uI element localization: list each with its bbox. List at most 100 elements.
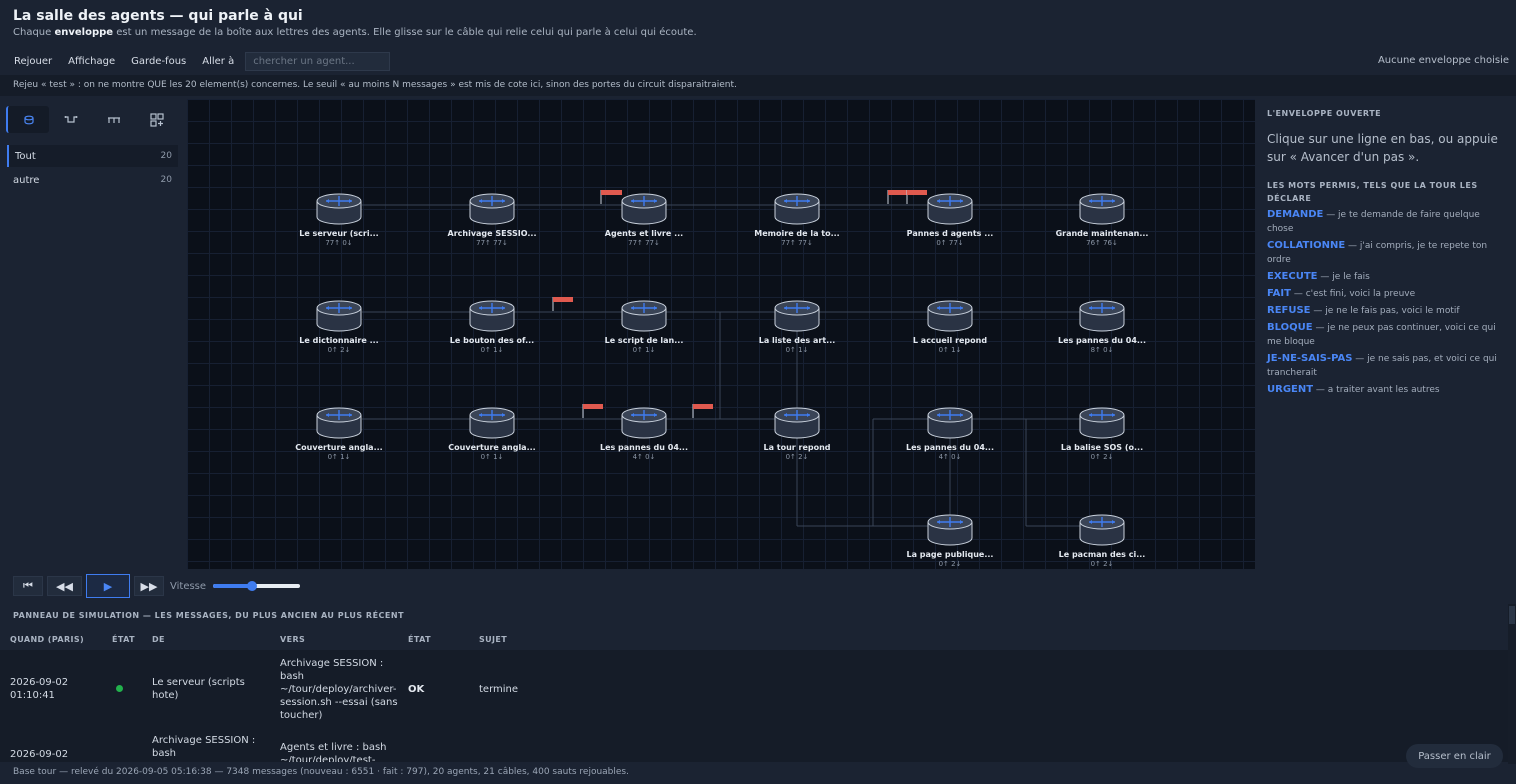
agent-node-counts: 0↑ 1↓ [938,346,962,354]
column-header-sujet[interactable]: SUJET [469,635,669,644]
tool-agents[interactable] [6,106,49,133]
table-scrollbar[interactable] [1508,604,1516,764]
filter-tout[interactable]: Tout 20 [7,145,178,167]
agent-router-icon[interactable] [1079,193,1125,225]
agent-node-label: Memoire de la to... [754,229,840,238]
table-row[interactable]: 2026-09-02 01:10:41 Le serveur (scripts … [0,650,1508,728]
subtitle-keyword: enveloppe [54,27,114,38]
column-header-de[interactable]: DE [142,635,270,644]
agent-router-icon[interactable] [621,407,667,439]
agent-router-icon[interactable] [927,300,973,332]
step-back-button[interactable]: ◀◀ [47,576,82,596]
agent-router-icon[interactable] [621,300,667,332]
agent-router-icon[interactable] [927,514,973,546]
agent-router-icon[interactable] [316,300,362,332]
envelope-flag[interactable] [887,190,908,204]
envelope-flag[interactable] [552,297,573,311]
agent-node[interactable]: Le serveur (scri... 77↑ 0↓ [284,229,394,247]
agent-node-label: Le dictionnaire ... [299,336,379,345]
agent-node[interactable]: La balise SOS (o... 0↑ 2↓ [1047,443,1157,461]
envelope-flag[interactable] [692,404,713,418]
agent-node[interactable]: La liste des art... 0↑ 1↓ [742,336,852,354]
agent-search-input[interactable] [245,51,391,71]
allowed-word-term: EXECUTE [1267,271,1318,282]
agent-graph-canvas[interactable]: Le serveur (scri... 77↑ 0↓ Archivage SESSI… [187,99,1255,569]
cell-state [102,683,142,696]
agent-router-icon[interactable] [774,193,820,225]
agent-router-icon[interactable] [927,407,973,439]
cell-from: Archivage SESSION : bash [152,735,256,759]
agent-node[interactable]: Archivage SESSIO... 77↑ 77↓ [437,229,547,247]
agent-node[interactable]: Le script de lan... 0↑ 1↓ [589,336,699,354]
agent-router-icon[interactable] [774,407,820,439]
filter-count: 20 [160,151,172,161]
agent-node-counts: 0↑ 1↓ [327,453,351,461]
allowed-word-description: — je le fais [1317,272,1370,282]
agent-router-icon[interactable] [1079,514,1125,546]
agent-node-counts: 0↑ 2↓ [327,346,351,354]
envelope-flag[interactable] [582,404,603,418]
agent-router-icon[interactable] [621,193,667,225]
page-header: La salle des agents — qui parle à qui Ch… [0,0,1516,48]
envelope-flag[interactable] [600,190,622,204]
first-step-button[interactable]: ⏮ [13,576,43,596]
clear-mode-button[interactable]: Passer en clair [1406,744,1503,768]
agent-node-label: Pannes d agents ... [906,229,994,238]
filter-autre[interactable]: autre 20 [7,169,178,191]
scrollbar-thumb[interactable] [1509,606,1515,624]
agent-node[interactable]: Les pannes du 04... 8↑ 0↓ [1047,336,1157,354]
agent-node[interactable]: Couverture angla... 0↑ 1↓ [284,443,394,461]
menu-garde-fous[interactable]: Garde-fous [123,56,194,67]
column-header-etat-2[interactable]: ÉTAT [398,635,469,644]
agent-node[interactable]: Le pacman des ci... 0↑ 2↓ [1047,550,1157,568]
agent-router-icon[interactable] [469,300,515,332]
agent-router-icon[interactable] [316,193,362,225]
speed-slider[interactable] [213,581,301,591]
agent-router-icon[interactable] [469,407,515,439]
agent-node[interactable]: Le dictionnaire ... 0↑ 2↓ [284,336,394,354]
agent-node[interactable]: Le bouton des of... 0↑ 1↓ [437,336,547,354]
tool-links[interactable] [49,106,92,133]
allowed-word-term: REFUSE [1267,305,1311,316]
tool-timeline[interactable] [92,106,135,133]
agent-node[interactable]: Les pannes du 04... 4↑ 0↓ [589,443,699,461]
column-header-etat[interactable]: ÉTAT [102,635,142,644]
filter-count: 20 [160,175,172,185]
agent-node[interactable]: Couverture angla... 0↑ 1↓ [437,443,547,461]
agent-node-label: Le serveur (scri... [299,229,379,238]
speed-slider-knob[interactable] [247,581,258,591]
agent-node[interactable]: Grande maintenan... 76↑ 76↓ [1047,229,1157,247]
agent-node-counts: 4↑ 0↓ [938,453,962,461]
agent-node-label: Les pannes du 04... [1057,336,1146,345]
play-button[interactable]: ▶ [86,574,130,598]
column-header-quand[interactable]: QUAND (PARIS) [0,635,102,644]
selected-envelope-status: Aucune enveloppe choisie [1377,55,1509,66]
agent-node[interactable]: L accueil repond 0↑ 1↓ [895,336,1005,354]
agent-node[interactable]: Agents et livre ... 77↑ 77↓ [589,229,699,247]
agent-router-icon[interactable] [927,193,973,225]
agent-node[interactable]: Pannes d agents ... 0↑ 77↓ [895,229,1005,247]
envelope-flag[interactable] [906,190,927,204]
agent-node[interactable]: La tour repond 0↑ 2↓ [742,443,852,461]
agent-node-counts: 77↑ 77↓ [781,239,813,247]
agent-node[interactable]: Memoire de la to... 77↑ 77↓ [742,229,852,247]
envelope-panel: L'ENVELOPPE OUVERTE Clique sur une ligne… [1257,99,1516,569]
menu-rejouer[interactable]: Rejouer [6,56,60,67]
agent-router-icon[interactable] [774,300,820,332]
agent-router-icon[interactable] [316,407,362,439]
menu-aller-a[interactable]: Aller à [194,56,242,67]
step-forward-button[interactable]: ▶▶ [134,576,164,596]
table-row[interactable]: 2026-09-02 Archivage SESSION : bash Agen… [0,728,1508,762]
agent-router-icon[interactable] [469,193,515,225]
menu-affichage[interactable]: Affichage [60,56,123,67]
tool-grid[interactable] [135,106,178,133]
agent-router-icon[interactable] [1079,300,1125,332]
agent-router-icon[interactable] [1079,407,1125,439]
agent-node[interactable]: La page publique... 0↑ 2↓ [895,550,1005,568]
column-header-vers[interactable]: VERS [270,635,398,644]
allowed-word: URGENT — a traiter avant les autres [1267,383,1506,397]
agent-node[interactable]: Les pannes du 04... 4↑ 0↓ [895,443,1005,461]
cell-when: 2026-09-02 01:10:41 [10,677,69,701]
replay-notice: Rejeu « test » : on ne montre QUE les 20… [0,75,1516,96]
cell-status: OK [408,683,425,695]
